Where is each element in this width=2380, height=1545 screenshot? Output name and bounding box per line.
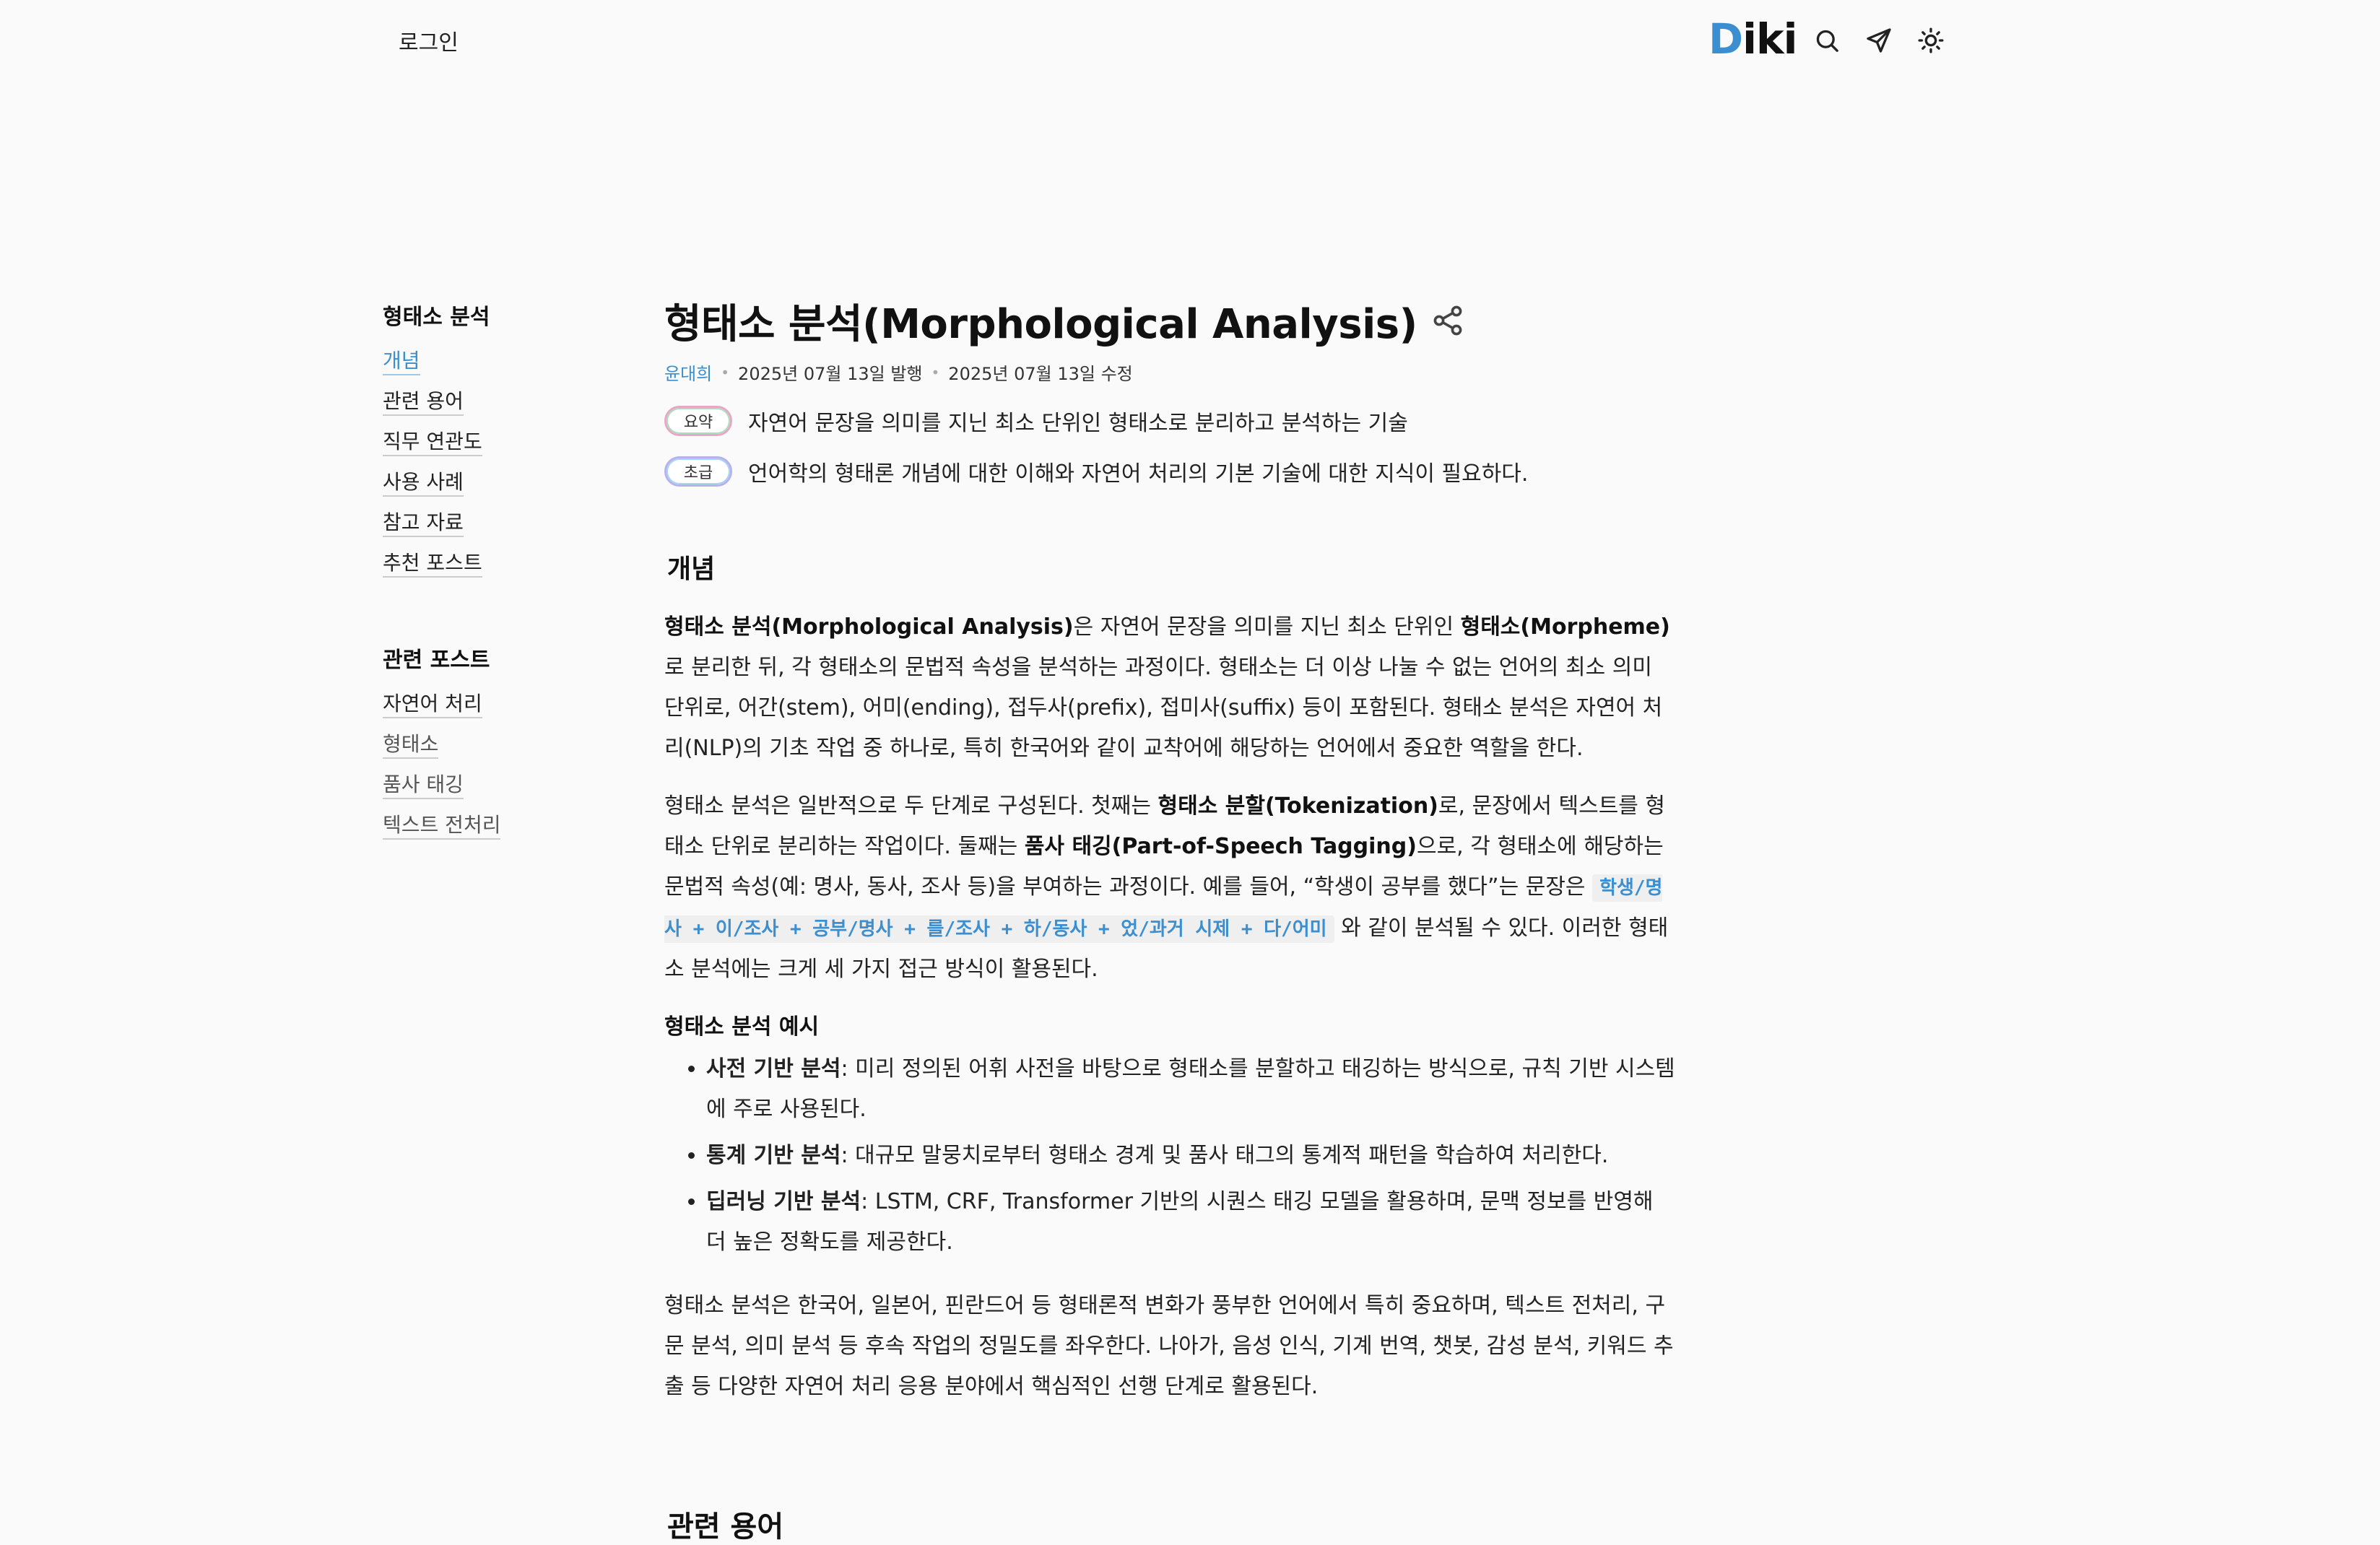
send-icon[interactable] — [1864, 26, 1893, 55]
site-logo[interactable]: Diki — [1708, 14, 1798, 64]
list-item: 딥러닝 기반 분석: LSTM, CRF, Transformer 기반의 시퀀… — [706, 1182, 1677, 1263]
meta-separator: • — [721, 363, 730, 381]
related-posts-title: 관련 포스트 — [383, 648, 490, 673]
related-post-pos-tagging[interactable]: 품사 태깅 — [383, 772, 464, 799]
list-item: 사전 기반 분석: 미리 정의된 어휘 사전을 바탕으로 형태소를 분할하고 태… — [706, 1049, 1677, 1130]
toc-item-recommended-posts[interactable]: 추천 포스트 — [383, 551, 482, 578]
article-meta: 윤대희 • 2025년 07월 13일 발행 • 2025년 07월 13일 수… — [664, 360, 1677, 385]
modified-date: 2025년 07월 13일 수정 — [948, 364, 1133, 384]
toc-item-use-cases[interactable]: 사용 사례 — [383, 470, 464, 497]
section-heading-related-terms: 관련 용어 — [667, 1510, 784, 1544]
article: 형태소 분석(Morphological Analysis) 윤대희 • 202… — [664, 292, 1677, 1407]
logo-rest: iki — [1742, 14, 1797, 64]
related-posts-list: 자연어 처리 형태소 품사 태깅 텍스트 전처리 — [383, 688, 599, 840]
page-title: 형태소 분석(Morphological Analysis) — [664, 300, 1417, 348]
list-item-title: 사전 기반 분석 — [706, 1056, 841, 1082]
paragraph-importance: 형태소 분석은 한국어, 일본어, 핀란드어 등 형태론적 변화가 풍부한 언어… — [664, 1293, 1674, 1399]
toc-title: 형태소 분석 — [383, 305, 490, 330]
paragraph-text: 형태소 분석은 일반적으로 두 단계로 구성된다. 첫째는 — [664, 793, 1158, 819]
author-link[interactable]: 윤대희 — [664, 360, 712, 385]
summary-badge: 요약 — [664, 406, 732, 436]
section-heading-concept: 개념 — [667, 554, 716, 584]
list-item: 통계 기반 분석: 대규모 말뭉치로부터 형태소 경계 및 품사 태그의 통계적… — [706, 1136, 1677, 1176]
sidebar: 형태소 분석 개념 관련 용어 직무 연관도 사용 사례 참고 자료 추천 포스… — [383, 299, 599, 850]
list-item-text: : 대규모 말뭉치로부터 형태소 경계 및 품사 태그의 통계적 패턴을 학습하… — [841, 1143, 1609, 1168]
level-badge: 초급 — [664, 456, 732, 487]
toc-item-concept[interactable]: 개념 — [383, 349, 420, 375]
bold-term: 형태소(Morpheme) — [1460, 614, 1670, 640]
paragraph-text: 로 분리한 뒤, 각 형태소의 문법적 속성을 분석하는 과정이다. 형태소는 … — [664, 655, 1663, 761]
approach-list: 사전 기반 분석: 미리 정의된 어휘 사전을 바탕으로 형태소를 분할하고 태… — [664, 1049, 1677, 1263]
level-text: 언어학의 형태론 개념에 대한 이해와 자연어 처리의 기본 기술에 대한 지식… — [748, 461, 1529, 487]
bold-term: 형태소 분석(Morphological Analysis) — [664, 614, 1074, 640]
related-post-nlp[interactable]: 자연어 처리 — [383, 692, 482, 718]
bold-term: 품사 태깅(Part-of-Speech Tagging) — [1024, 834, 1417, 859]
bold-term: 형태소 분할(Tokenization) — [1158, 793, 1438, 819]
toc-list: 개념 관련 용어 직무 연관도 사용 사례 참고 자료 추천 포스트 — [383, 345, 599, 578]
summary-text: 자연어 문장을 의미를 지닌 최소 단위인 형태소로 분리하고 분석하는 기술 — [748, 411, 1408, 436]
list-item-text: : 미리 정의된 어휘 사전을 바탕으로 형태소를 분할하고 태깅하는 방식으로… — [706, 1056, 1675, 1122]
meta-separator: • — [931, 363, 940, 381]
paragraph-text: 은 자연어 문장을 의미를 지닌 최소 단위인 — [1073, 614, 1461, 640]
top-bar: 로그인 Diki — [0, 0, 2380, 81]
share-icon[interactable] — [1430, 303, 1465, 338]
paragraph-steps: 형태소 분석은 일반적으로 두 단계로 구성된다. 첫째는 형태소 분할(Tok… — [664, 786, 1677, 990]
paragraph-intro: 형태소 분석(Morphological Analysis)은 자연어 문장을 … — [664, 607, 1677, 769]
toc-item-references[interactable]: 참고 자료 — [383, 510, 464, 537]
level-row: 초급 언어학의 형태론 개념에 대한 이해와 자연어 처리의 기본 기술에 대한… — [664, 453, 1677, 490]
toc-item-related-terms[interactable]: 관련 용어 — [383, 389, 464, 416]
related-post-text-preprocessing[interactable]: 텍스트 전처리 — [383, 813, 501, 840]
list-item-title: 딥러닝 기반 분석 — [706, 1189, 861, 1214]
list-item-title: 통계 기반 분석 — [706, 1143, 841, 1168]
logo-letter-d: D — [1708, 14, 1743, 64]
related-post-morpheme[interactable]: 형태소 — [383, 732, 439, 759]
summary-row: 요약 자연어 문장을 의미를 지닌 최소 단위인 형태소로 분리하고 분석하는 … — [664, 402, 1677, 440]
search-icon[interactable] — [1812, 26, 1841, 55]
example-heading: 형태소 분석 예시 — [664, 1014, 820, 1040]
sun-icon[interactable] — [1916, 26, 1945, 55]
published-date: 2025년 07월 13일 발행 — [738, 364, 923, 384]
toc-item-job-relevance[interactable]: 직무 연관도 — [383, 430, 482, 456]
login-link[interactable]: 로그인 — [399, 25, 459, 56]
